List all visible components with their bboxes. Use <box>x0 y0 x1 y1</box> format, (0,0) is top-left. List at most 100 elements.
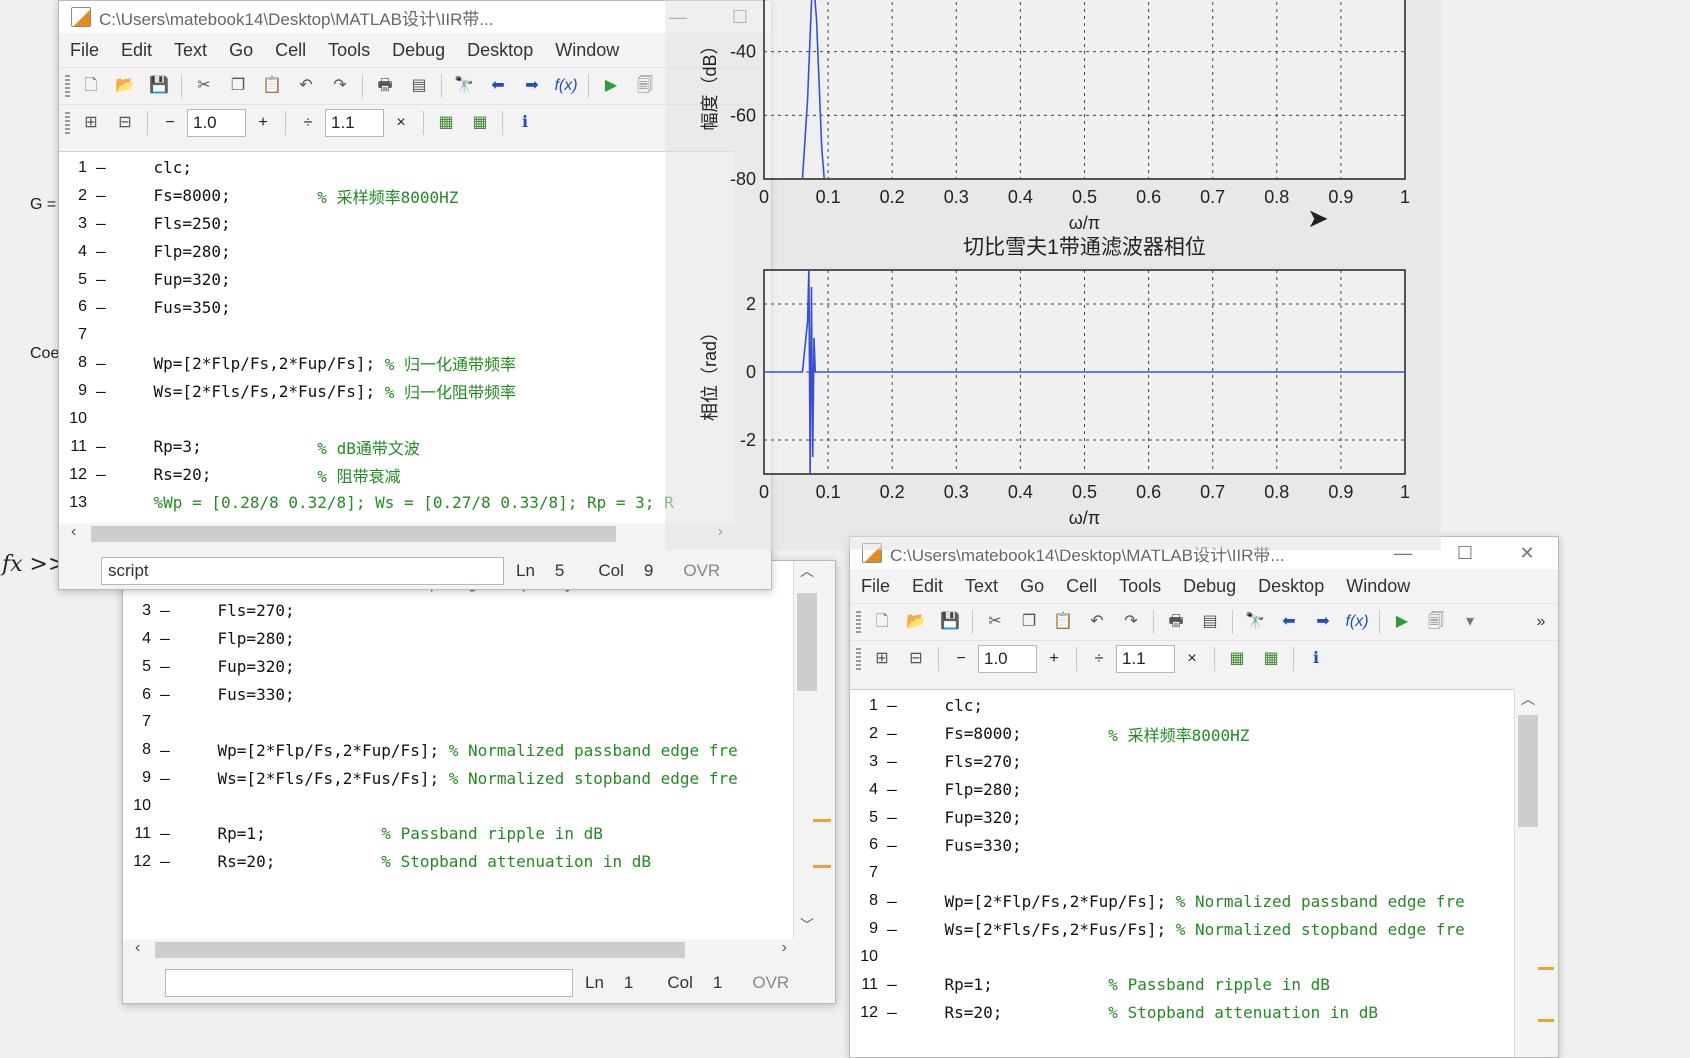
find-icon[interactable]: 🔭 <box>1244 611 1266 633</box>
code-line[interactable]: 7 <box>59 321 734 349</box>
scroll-thumb[interactable] <box>797 593 817 691</box>
code-line[interactable]: 11– Rp=1; % Passband ripple in dB <box>123 820 793 848</box>
code-line[interactable]: 11– Rp=3; % dB通带文波 <box>59 433 734 461</box>
code-line[interactable]: 3– Fls=270; <box>850 748 1514 776</box>
scroll-down-icon[interactable]: ﹀ <box>794 915 820 935</box>
divide-icon[interactable]: ÷ <box>1088 648 1110 670</box>
evaluate-cell-icon[interactable]: ▦ <box>435 112 457 134</box>
paste-icon[interactable]: 📋 <box>1052 611 1074 633</box>
function-icon[interactable]: f(x) <box>1345 611 1368 633</box>
more-icon[interactable]: » <box>1530 611 1552 633</box>
breakpoint-marker[interactable]: – <box>87 354 115 373</box>
horizontal-scrollbar-a[interactable]: ‹ › <box>67 523 727 545</box>
code-line[interactable]: 7 <box>123 708 793 736</box>
code-line[interactable]: 8– Wp=[2*Flp/Fs,2*Fup/Fs]; % 归一化通带频率 <box>59 349 734 377</box>
scroll-left-icon[interactable]: ‹ <box>71 523 76 541</box>
multiply-icon[interactable]: × <box>390 112 412 134</box>
menu-cell[interactable]: Cell <box>264 40 317 61</box>
breakpoint-marker[interactable]: – <box>878 780 906 799</box>
forward-arrow-icon[interactable]: ➡ <box>1312 611 1334 633</box>
menu-file[interactable]: File <box>850 576 901 597</box>
breakpoint-marker[interactable]: – <box>151 685 179 704</box>
run-icon[interactable]: ▶ <box>600 75 622 97</box>
code-line[interactable]: 9– Ws=[2*Fls/Fs,2*Fus/Fs]; % Normalized … <box>123 764 793 792</box>
scroll-thumb[interactable] <box>91 526 616 542</box>
menu-file[interactable]: File <box>59 40 110 61</box>
redo-icon[interactable]: ↷ <box>329 75 351 97</box>
code-line[interactable]: 8– Wp=[2*Flp/Fs,2*Fup/Fs]; % Normalized … <box>123 736 793 764</box>
menu-text[interactable]: Text <box>163 40 218 61</box>
menu-window[interactable]: Window <box>544 40 630 61</box>
scroll-thumb[interactable] <box>155 942 685 958</box>
save-icon[interactable]: 💾 <box>939 611 961 633</box>
cut-icon[interactable]: ✂ <box>193 75 215 97</box>
code-line[interactable]: 10 <box>59 405 734 433</box>
code-line[interactable]: 3– Fls=250; <box>59 210 734 238</box>
menu-edit[interactable]: Edit <box>901 576 954 597</box>
menu-debug[interactable]: Debug <box>381 40 456 61</box>
stack-icon[interactable]: 🗐 <box>1425 611 1447 633</box>
code-editor-b[interactable]: 2– Fs=8000; % Sampling frequency 8 kHz3–… <box>123 561 793 939</box>
code-line[interactable]: 10 <box>123 792 793 820</box>
breakpoint-marker[interactable]: – <box>87 382 115 401</box>
menu-desktop[interactable]: Desktop <box>456 40 544 61</box>
function-icon[interactable]: f(x) <box>554 75 577 97</box>
cell-value-field[interactable]: 1.0 <box>187 109 246 137</box>
copy-icon[interactable]: ❐ <box>1018 611 1040 633</box>
code-line[interactable]: 5– Fup=320; <box>850 804 1514 832</box>
code-line[interactable]: 1– clc; <box>59 154 734 182</box>
horizontal-scrollbar-b[interactable]: ‹ › <box>131 939 791 961</box>
code-editor-c[interactable]: 1– clc; 2– Fs=8000; % 采样频率8000HZ 3– Fls=27… <box>850 689 1514 1057</box>
scroll-right-icon[interactable]: › <box>782 939 787 957</box>
close-icon[interactable]: ✕ <box>1496 543 1558 564</box>
breakpoint-marker[interactable]: – <box>878 892 906 911</box>
scroll-up-icon[interactable]: ︿ <box>794 561 820 581</box>
menu-tools[interactable]: Tools <box>1108 576 1172 597</box>
multiply-icon[interactable]: × <box>1181 648 1203 670</box>
undo-icon[interactable]: ↶ <box>1086 611 1108 633</box>
code-line[interactable]: 5– Fup=320; <box>59 266 734 294</box>
stack-icon[interactable]: 🗐 <box>634 75 656 97</box>
breakpoint-marker[interactable]: – <box>878 1003 906 1022</box>
breakpoint-marker[interactable]: – <box>878 975 906 994</box>
info-icon[interactable]: ℹ <box>514 112 536 134</box>
menu-text[interactable]: Text <box>954 576 1009 597</box>
undo-icon[interactable]: ↶ <box>295 75 317 97</box>
run-icon[interactable]: ▶ <box>1391 611 1413 633</box>
code-line[interactable]: 4– Flp=280; <box>59 238 734 266</box>
breakpoint-marker[interactable]: – <box>87 214 115 233</box>
info-icon[interactable]: ℹ <box>1305 648 1327 670</box>
breakpoint-marker[interactable]: – <box>87 242 115 261</box>
print-options-icon[interactable]: ▤ <box>1199 611 1221 633</box>
breakpoint-marker[interactable]: – <box>878 836 906 855</box>
scroll-up-icon[interactable]: ︿ <box>1515 689 1541 709</box>
dropdown-icon[interactable]: ▾ <box>1459 611 1481 633</box>
code-line[interactable]: 12– Rs=20; % Stopband attenuation in dB <box>850 999 1514 1027</box>
breakpoint-marker[interactable]: – <box>87 270 115 289</box>
scroll-thumb[interactable] <box>1518 715 1538 827</box>
redo-icon[interactable]: ↷ <box>1120 611 1142 633</box>
cut-icon[interactable]: ✂ <box>984 611 1006 633</box>
menu-debug[interactable]: Debug <box>1172 576 1247 597</box>
print-icon[interactable]: 🖶 <box>374 75 396 97</box>
scroll-left-icon[interactable]: ‹ <box>135 939 140 957</box>
code-line[interactable]: 4– Flp=280; <box>123 625 793 653</box>
code-line[interactable]: 2– Fs=8000; % 采样频率8000HZ <box>59 182 734 210</box>
code-line[interactable]: 12– Rs=20; % 阻带衰减 <box>59 461 734 489</box>
breakpoint-marker[interactable]: – <box>878 724 906 743</box>
breakpoint-marker[interactable]: – <box>878 752 906 771</box>
code-line[interactable]: 10 <box>850 943 1514 971</box>
code-line[interactable]: 11– Rp=1; % Passband ripple in dB <box>850 971 1514 999</box>
code-line[interactable]: 3– Fls=270; <box>123 597 793 625</box>
code-line[interactable]: 1– clc; <box>850 692 1514 720</box>
code-line[interactable]: 12– Rs=20; % Stopband attenuation in dB <box>123 848 793 876</box>
decrement-icon[interactable]: − <box>159 112 181 134</box>
code-line[interactable]: 8– Wp=[2*Flp/Fs,2*Fup/Fs]; % Normalized … <box>850 887 1514 915</box>
code-line[interactable]: 6– Fus=350; <box>59 293 734 321</box>
breakpoint-marker[interactable]: – <box>878 696 906 715</box>
breakpoint-marker[interactable]: – <box>151 824 179 843</box>
evaluate-advance-icon[interactable]: ▦ <box>469 112 491 134</box>
breakpoint-marker[interactable]: – <box>151 601 179 620</box>
evaluate-advance-icon[interactable]: ▦ <box>1260 648 1282 670</box>
code-line[interactable]: 9– Ws=[2*Fls/Fs,2*Fus/Fs]; % Normalized … <box>850 915 1514 943</box>
